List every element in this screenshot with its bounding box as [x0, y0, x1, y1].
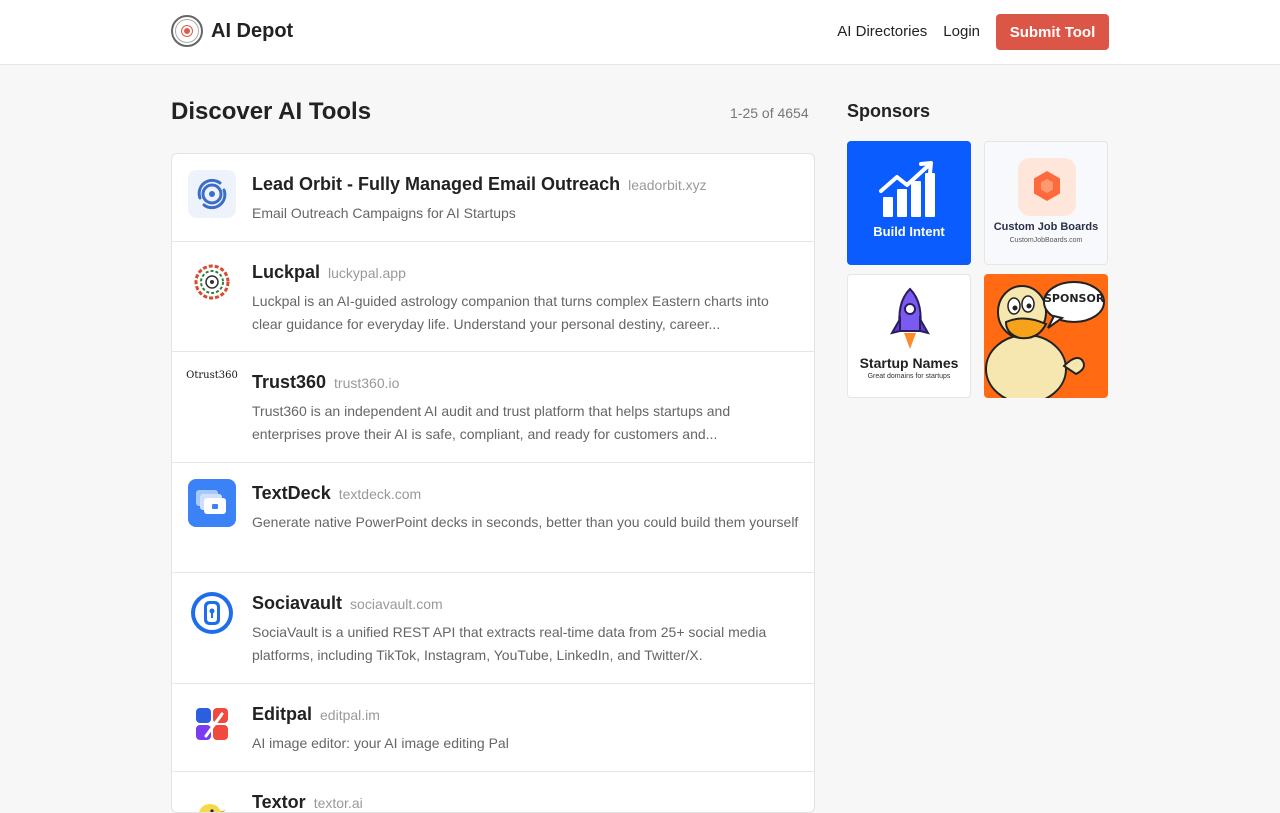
sponsor-build-intent[interactable]: Build Intent [847, 141, 971, 265]
sponsors-title: Sponsors [847, 101, 931, 121]
tool-item-trust360[interactable]: Otrust360 Trust360 trust360.io Trust360 … [172, 352, 814, 463]
ai-depot-logo-icon [171, 15, 203, 47]
top-header: AI Depot AI Directories Login Submit Too… [0, 0, 1280, 65]
tool-domain: luckypal.app [328, 265, 406, 281]
tool-domain: leadorbit.xyz [628, 177, 707, 193]
sponsor-sublabel: Great domains for startups [867, 373, 951, 380]
sponsor-label: Custom Job Boards [993, 221, 1099, 233]
tool-name[interactable]: Lead Orbit - Fully Managed Email Outreac… [252, 174, 620, 195]
results-count: 1-25 of 4654 [730, 105, 809, 121]
sponsor-label: Startup Names [859, 355, 959, 371]
textor-icon [188, 788, 236, 812]
tool-item-lead-orbit[interactable]: Lead Orbit - Fully Managed Email Outreac… [172, 154, 814, 242]
tool-domain: textdeck.com [338, 486, 422, 502]
trust360-logo: Otrust360 [186, 368, 238, 416]
tool-domain: editpal.im [320, 707, 380, 723]
tool-description: Email Outreach Campaigns for AI Startups [252, 205, 516, 221]
top-nav: AI Directories Login Submit Tool [837, 14, 1109, 50]
tool-description: Luckpal is an AI-guided astrology compan… [252, 293, 769, 332]
sponsor-sublabel: CustomJobBoards.com [1009, 237, 1083, 244]
tool-description: Trust360 is an independent AI audit and … [252, 403, 731, 442]
sponsor-custom-job-boards[interactable]: Custom Job Boards CustomJobBoards.com [984, 141, 1108, 265]
page-title: Discover AI Tools [171, 98, 372, 125]
tool-name[interactable]: Luckpal [252, 262, 320, 283]
tool-item-textdeck[interactable]: TextDeck textdeck.com Generate native Po… [172, 463, 814, 573]
tool-description: Generate native PowerPoint decks in seco… [252, 514, 799, 530]
tool-name[interactable]: TextDeck [252, 483, 331, 504]
trust360-logo-text: Otrust360 [186, 370, 238, 381]
sponsor-startup-names[interactable]: Startup Names Great domains for startups [847, 274, 971, 398]
tool-name[interactable]: Textor [252, 792, 306, 812]
editpal-icon [188, 700, 236, 748]
textdeck-icon [188, 479, 236, 527]
tool-list: Lead Orbit - Fully Managed Email Outreac… [171, 153, 815, 813]
growth-chart-icon [879, 161, 935, 217]
tool-item-luckpal[interactable]: Luckpal luckypal.app Luckpal is an AI-gu… [172, 242, 814, 352]
tool-domain: textor.ai [313, 795, 363, 811]
hexagon-logo-icon [1018, 158, 1076, 216]
brand-name: AI Depot [211, 19, 294, 42]
luckpal-icon [188, 258, 236, 306]
tool-item-editpal[interactable]: Editpal editpal.im AI image editor: your… [172, 684, 814, 772]
tool-description: SociaVault is a unified REST API that ex… [252, 624, 767, 663]
lead-orbit-icon [188, 170, 236, 218]
tool-item-sociavault[interactable]: Sociavault sociavault.com SociaVault is … [172, 573, 814, 684]
tool-name[interactable]: Trust360 [252, 372, 326, 393]
sponsor-bubble-text: SPONSOR [1044, 292, 1105, 305]
tool-item-textor[interactable]: Textor textor.ai [172, 772, 814, 812]
tool-name[interactable]: Editpal [252, 704, 312, 725]
tool-description: AI image editor: your AI image editing P… [252, 735, 509, 751]
submit-tool-button[interactable]: Submit Tool [996, 14, 1109, 50]
sponsor-duck[interactable]: SPONSOR [984, 274, 1108, 398]
nav-login[interactable]: Login [943, 14, 980, 50]
tool-name[interactable]: Sociavault [252, 593, 342, 614]
tool-domain: trust360.io [334, 375, 400, 391]
sponsor-label: Build Intent [873, 224, 945, 239]
sociavault-icon [188, 589, 236, 637]
brand-logo[interactable]: AI Depot [171, 15, 293, 47]
tool-domain: sociavault.com [350, 596, 443, 612]
nav-ai-directories[interactable]: AI Directories [837, 14, 927, 50]
rocket-icon [890, 287, 930, 349]
